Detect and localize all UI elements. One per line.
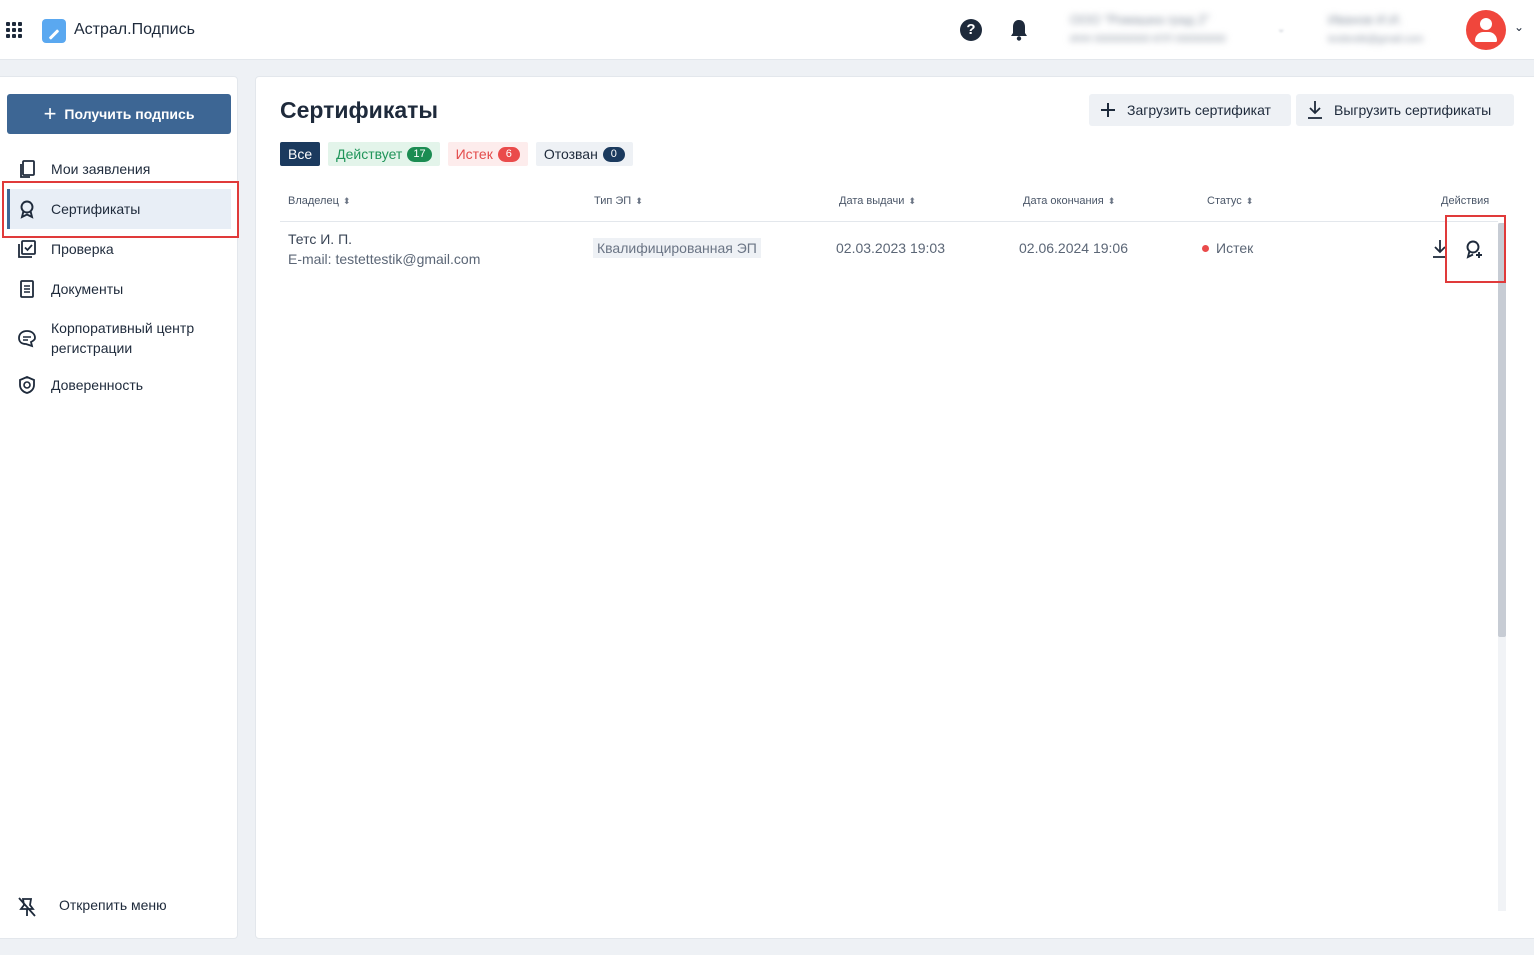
column-header-type[interactable]: Тип ЭП ⬍ (594, 195, 643, 207)
column-header-owner[interactable]: Владелец ⬍ (288, 195, 350, 207)
sort-icon: ⬍ (342, 196, 351, 206)
organization-name[interactable]: ООО "Ромашка град 2" (1070, 12, 1210, 27)
issue-date: 02.03.2023 19:03 (836, 240, 945, 256)
sidebar-item-registration-center[interactable]: Корпоративный центр регистрации (7, 317, 231, 359)
table-header-divider (280, 221, 1498, 222)
upload-certificate-button[interactable]: Загрузить сертификат (1089, 94, 1291, 126)
column-header-actions: Действия (1441, 195, 1490, 207)
sidebar-item-label: Проверка (51, 241, 114, 257)
sidebar-item-label: Сертификаты (51, 201, 141, 217)
sidebar-item-label: Доверенность (51, 377, 144, 393)
apps-grid-icon[interactable] (6, 22, 22, 38)
organization-details: ИНН 0000000000 КПП 000000000 (1070, 34, 1226, 45)
plus-icon: + (43, 101, 57, 126)
avatar[interactable] (1466, 10, 1506, 50)
get-signature-label: Получить подпись (64, 106, 195, 122)
filter-label: Действует (336, 146, 403, 162)
download-icon (1308, 101, 1322, 119)
sidebar-item-verification[interactable]: Проверка (7, 237, 231, 261)
signature-type-badge: Квалифицированная ЭП (593, 238, 761, 258)
scrollbar-thumb[interactable] (1498, 223, 1506, 637)
sort-icon: ⬍ (1107, 196, 1116, 206)
get-signature-button[interactable]: + Получить подпись (7, 94, 231, 134)
sidebar-item-label: Корпоративный центр (51, 320, 195, 336)
plus-icon (1101, 103, 1115, 117)
sidebar-item-documents[interactable]: Документы (7, 277, 231, 301)
unpin-menu-button[interactable]: Открепить меню (16, 894, 216, 920)
download-certificate-icon[interactable] (1430, 238, 1450, 260)
upload-certificate-label: Загрузить сертификат (1127, 102, 1271, 118)
table-row[interactable]: Тетс И. П. E-mail: testettestik@gmail.co… (280, 223, 1498, 273)
sort-icon: ⬍ (908, 196, 916, 206)
help-icon[interactable]: ? (960, 19, 982, 41)
unpin-menu-label: Открепить меню (59, 897, 167, 913)
document-icon (20, 280, 34, 298)
award-icon (20, 200, 34, 219)
user-chevron-down-icon[interactable]: ⌄ (1514, 20, 1524, 34)
shield-icon (19, 376, 35, 394)
user-name[interactable]: Иванов И.И. (1328, 12, 1402, 27)
unpin-icon (18, 897, 36, 917)
copy-icon (20, 160, 35, 178)
top-bar: Астрал.Подпись ? ООО "Ромашка град 2" ИН… (0, 0, 1534, 60)
filter-label: Отозван (543, 146, 598, 162)
sidebar-item-label: Мои заявления (51, 161, 151, 177)
app-title[interactable]: Астрал.Подпись (74, 21, 195, 39)
status-filters: Все Действует 17 Истек 6 Отозван 0 (280, 142, 633, 166)
page-title: Сертификаты (280, 97, 439, 123)
filter-expired[interactable]: Истек 6 (447, 142, 528, 166)
sidebar: + Получить подпись Мои заявления Сертифи… (0, 76, 238, 939)
user-icon (1480, 18, 1492, 30)
check-square-icon (18, 240, 36, 258)
filter-label: Истек (455, 146, 493, 162)
status-label: Истек (1216, 240, 1254, 256)
filter-revoked[interactable]: Отозван 0 (535, 142, 633, 166)
expiration-date: 02.06.2024 19:06 (1019, 240, 1128, 256)
filter-all[interactable]: Все (280, 142, 321, 166)
status-badge: Истек (1202, 240, 1253, 256)
column-header-issued[interactable]: Дата выдачи ⬍ (839, 195, 916, 207)
sidebar-item-applications[interactable]: Мои заявления (7, 157, 231, 181)
bell-icon[interactable] (1010, 19, 1028, 41)
app-logo-icon (42, 19, 66, 43)
main-panel: Сертификаты Загрузить сертификат Выгрузи… (255, 76, 1534, 939)
count-badge: 17 (407, 146, 432, 162)
column-header-status[interactable]: Статус ⬍ (1207, 195, 1253, 207)
renew-certificate-icon[interactable] (1463, 238, 1485, 260)
export-certificates-button[interactable]: Выгрузить сертификаты (1296, 94, 1514, 126)
org-chevron-down-icon[interactable]: ⌄ (1277, 24, 1285, 35)
filter-active[interactable]: Действует 17 (328, 142, 440, 166)
count-badge: 0 (602, 146, 625, 162)
chat-icon (18, 330, 36, 348)
filter-label: Все (288, 146, 313, 162)
sidebar-item-certificates[interactable]: Сертификаты (7, 189, 231, 229)
sort-icon: ⬍ (1245, 196, 1254, 206)
sidebar-item-label-line2: регистрации (51, 340, 133, 356)
sidebar-item-label: Документы (51, 281, 124, 297)
sidebar-item-power-of-attorney[interactable]: Доверенность (7, 373, 231, 397)
count-badge: 6 (497, 146, 520, 162)
status-dot-icon (1202, 244, 1209, 252)
owner-email: E-mail: testettestik@gmail.com (288, 251, 481, 267)
owner-name: Тетс И. П. (288, 231, 353, 247)
user-email: testtestik@gmail.com (1328, 34, 1424, 45)
export-certificates-label: Выгрузить сертификаты (1334, 102, 1492, 118)
sort-icon: ⬍ (635, 196, 643, 206)
column-header-expires[interactable]: Дата окончания ⬍ (1023, 195, 1115, 207)
